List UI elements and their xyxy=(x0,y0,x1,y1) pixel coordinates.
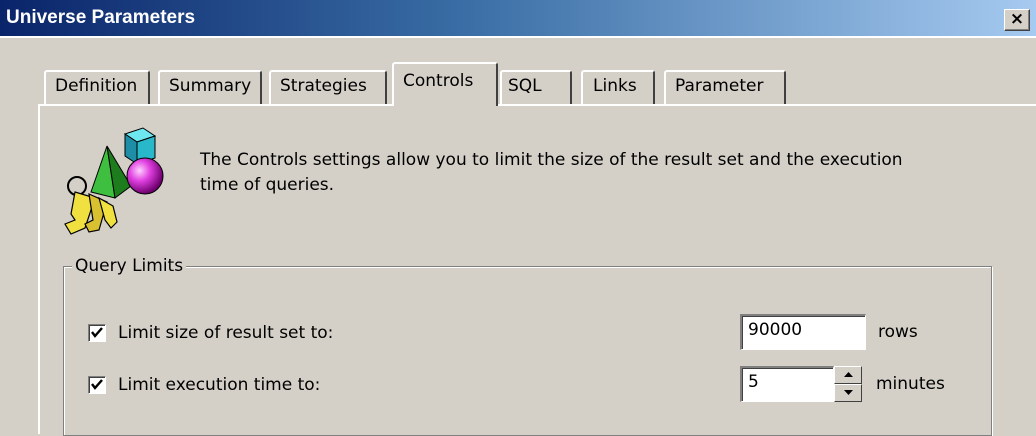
limit-time-input[interactable]: 5 xyxy=(740,366,834,402)
keys-and-shapes-icon xyxy=(55,124,175,240)
spin-down-button[interactable] xyxy=(834,384,862,402)
tab-label: Links xyxy=(593,76,637,96)
query-limits-group xyxy=(63,266,992,436)
close-icon: × xyxy=(1009,9,1025,29)
limit-size-label: Limit size of result set to: xyxy=(118,323,334,343)
limit-size-row: Limit size of result set to: xyxy=(88,323,333,343)
tab-sql[interactable]: SQL xyxy=(500,70,572,104)
tab-label: Controls xyxy=(403,71,474,91)
tab-strategies[interactable]: Strategies xyxy=(269,70,387,104)
check-icon xyxy=(91,379,103,390)
tab-label: Definition xyxy=(55,76,138,96)
limit-time-spinner[interactable] xyxy=(834,366,862,402)
tab-label: Summary xyxy=(169,76,252,96)
tab-label: Strategies xyxy=(280,76,367,96)
query-limits-legend: Query Limits xyxy=(72,256,187,276)
tab-parameter[interactable]: Parameter xyxy=(664,70,786,104)
tab-definition[interactable]: Definition xyxy=(44,70,150,104)
tab-summary[interactable]: Summary xyxy=(158,70,262,104)
window-title: Universe Parameters xyxy=(6,7,196,28)
limit-size-input[interactable]: 90000 xyxy=(740,314,866,350)
arrow-down-icon xyxy=(844,390,853,395)
close-button[interactable]: × xyxy=(1004,9,1030,31)
spin-up-button[interactable] xyxy=(834,366,862,384)
limit-size-unit: rows xyxy=(878,322,918,342)
limit-time-checkbox[interactable] xyxy=(88,376,106,394)
limit-time-unit: minutes xyxy=(876,374,945,394)
tab-links[interactable]: Links xyxy=(581,70,655,104)
tab-label: SQL xyxy=(508,76,542,96)
title-bar: Universe Parameters × xyxy=(0,0,1036,38)
arrow-up-icon xyxy=(844,372,853,377)
tab-label: Parameter xyxy=(675,76,764,96)
tab-controls[interactable]: Controls xyxy=(392,62,498,106)
limit-size-checkbox[interactable] xyxy=(88,324,106,342)
controls-description: The Controls settings allow you to limit… xyxy=(200,150,903,195)
check-icon xyxy=(91,327,103,338)
limit-time-row: Limit execution time to: xyxy=(88,375,320,395)
limit-time-label: Limit execution time to: xyxy=(118,375,321,395)
